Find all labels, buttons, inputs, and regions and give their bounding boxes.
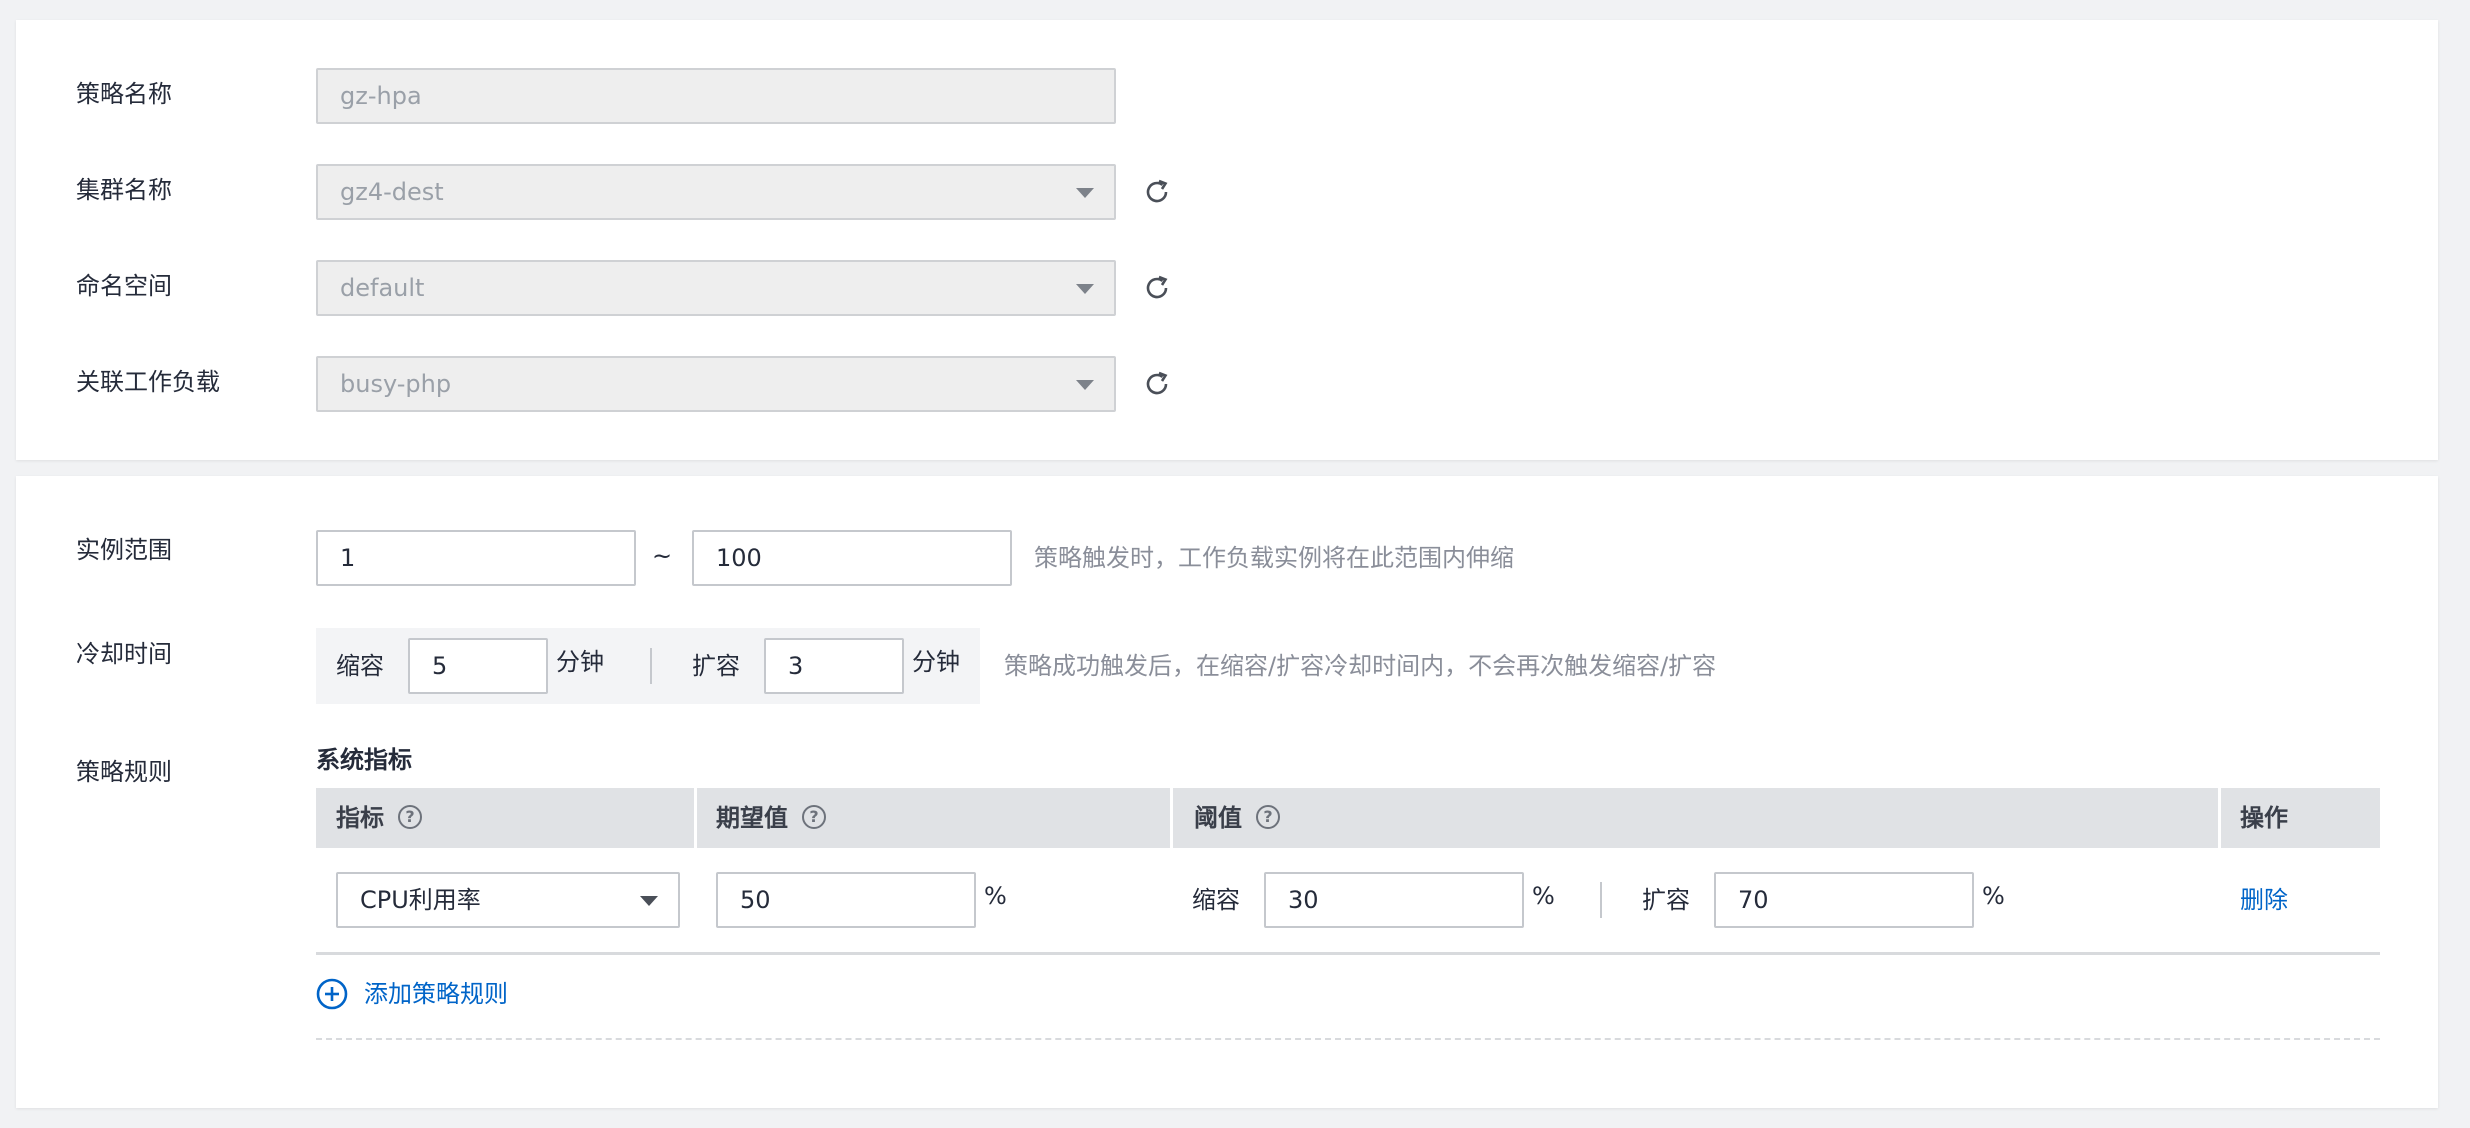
threshold-scale-in-value: 30 <box>1288 886 1319 914</box>
workload-select[interactable]: busy-php <box>316 356 1116 412</box>
chevron-down-icon <box>640 896 658 906</box>
refresh-icon[interactable] <box>1142 273 1172 303</box>
rules-table-header: 指标? 期望值? 阈值? 操作 <box>316 788 2380 848</box>
header-metric-text: 指标 <box>336 804 384 832</box>
cooldown-scale-out-value: 3 <box>788 652 804 680</box>
help-icon[interactable]: ? <box>398 805 422 829</box>
range-min-input[interactable]: 1 <box>316 530 636 586</box>
namespace-value: default <box>340 274 425 302</box>
refresh-icon[interactable] <box>1142 369 1172 399</box>
cooldown-scale-in-value: 5 <box>432 652 448 680</box>
policy-name-input[interactable]: gz-hpa <box>316 68 1116 124</box>
cooldown-hint: 策略成功触发后，在缩容/扩容冷却时间内，不会再次触发缩容/扩容 <box>1004 652 1717 680</box>
cooldown-scale-out-label: 扩容 <box>692 652 740 680</box>
divider <box>1600 882 1602 918</box>
cluster-select[interactable]: gz4-dest <box>316 164 1116 220</box>
range-hint: 策略触发时，工作负载实例将在此范围内伸缩 <box>1034 544 1514 572</box>
header-divider <box>2218 788 2221 848</box>
header-threshold: 阈值? <box>1194 788 1280 848</box>
add-circle-icon[interactable] <box>316 978 348 1010</box>
threshold-scale-out-input[interactable]: 70 <box>1714 872 1974 928</box>
range-min-value: 1 <box>340 544 356 572</box>
header-divider <box>1170 788 1173 848</box>
cooldown-scale-in-unit: 分钟 <box>556 648 604 676</box>
range-separator: ~ <box>652 542 673 570</box>
dashed-divider <box>316 1038 2380 1040</box>
chevron-down-icon <box>1076 284 1094 294</box>
range-max-input[interactable]: 100 <box>692 530 1012 586</box>
threshold-scale-in-unit: % <box>1532 882 1555 910</box>
expected-unit: % <box>984 882 1007 910</box>
namespace-select[interactable]: default <box>316 260 1116 316</box>
scaling-policy-panel: 实例范围 1 ~ 100 策略触发时，工作负载实例将在此范围内伸缩 冷却时间 缩… <box>16 476 2438 1108</box>
rules-label: 策略规则 <box>76 758 172 786</box>
header-expected: 期望值? <box>716 788 826 848</box>
basic-info-panel: 策略名称 gz-hpa 集群名称 gz4-dest 命名空间 default 关… <box>16 20 2438 460</box>
divider <box>650 648 652 684</box>
header-threshold-text: 阈值 <box>1194 804 1242 832</box>
delete-rule-link[interactable]: 删除 <box>2240 884 2288 916</box>
header-expected-text: 期望值 <box>716 804 788 832</box>
refresh-icon[interactable] <box>1142 177 1172 207</box>
namespace-label: 命名空间 <box>76 272 172 300</box>
cooldown-label: 冷却时间 <box>76 640 172 668</box>
threshold-scale-out-value: 70 <box>1738 886 1769 914</box>
cooldown-scale-in-label: 缩容 <box>336 652 384 680</box>
row-divider <box>316 952 2380 955</box>
metric-select[interactable]: CPU利用率 <box>336 872 680 928</box>
policy-name-label: 策略名称 <box>76 80 172 108</box>
threshold-scale-out-unit: % <box>1982 882 2005 910</box>
add-rule-link[interactable]: 添加策略规则 <box>364 978 508 1010</box>
cooldown-scale-out-unit: 分钟 <box>912 648 960 676</box>
threshold-scale-in-input[interactable]: 30 <box>1264 872 1524 928</box>
chevron-down-icon <box>1076 188 1094 198</box>
chevron-down-icon <box>1076 380 1094 390</box>
help-icon[interactable]: ? <box>802 805 826 829</box>
help-icon[interactable]: ? <box>1256 805 1280 829</box>
header-divider <box>694 788 697 848</box>
workload-value: busy-php <box>340 370 452 398</box>
workload-label: 关联工作负载 <box>76 368 220 396</box>
threshold-scale-out-label: 扩容 <box>1642 886 1690 914</box>
system-metrics-title: 系统指标 <box>316 746 412 774</box>
cluster-label: 集群名称 <box>76 176 172 204</box>
cooldown-scale-in-input[interactable]: 5 <box>408 638 548 694</box>
header-metric: 指标? <box>336 788 422 848</box>
cooldown-scale-out-input[interactable]: 3 <box>764 638 904 694</box>
cluster-value: gz4-dest <box>340 178 444 206</box>
instance-range-label: 实例范围 <box>76 536 172 564</box>
metric-value: CPU利用率 <box>360 886 481 914</box>
expected-value-input[interactable]: 50 <box>716 872 976 928</box>
range-max-value: 100 <box>716 544 762 572</box>
threshold-scale-in-label: 缩容 <box>1192 886 1240 914</box>
header-action: 操作 <box>2240 804 2288 832</box>
expected-value: 50 <box>740 886 771 914</box>
policy-name-value: gz-hpa <box>340 82 422 110</box>
